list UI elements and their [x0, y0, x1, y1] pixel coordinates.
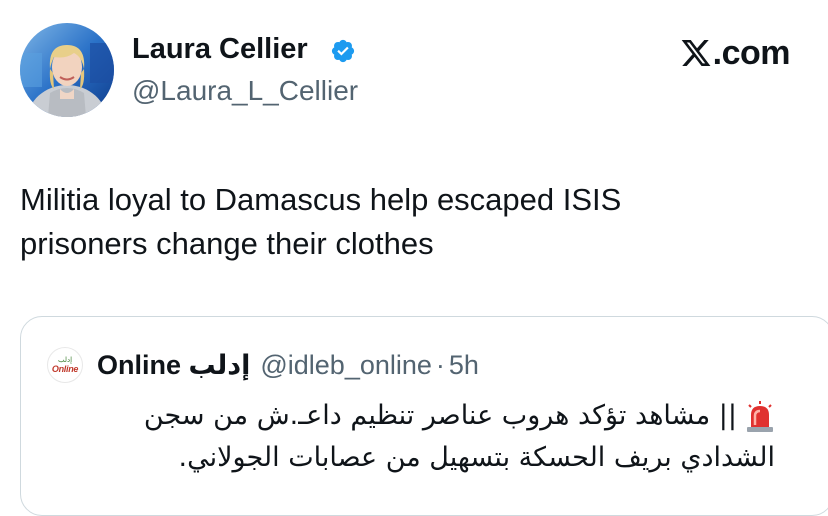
tweet-line-1: Militia loyal to Damascus help escaped I…	[20, 182, 622, 217]
quoted-avatar-text-top: إدلب	[57, 356, 73, 364]
brand-suffix: .com	[712, 33, 791, 72]
quoted-timestamp[interactable]: 5h	[449, 350, 479, 381]
author-handle[interactable]: @Laura_L_Cellier	[132, 75, 358, 107]
author-name[interactable]: Laura Cellier	[132, 33, 308, 66]
verified-badge-icon	[330, 38, 356, 64]
header-separator: ·	[435, 349, 445, 380]
siren-icon	[745, 400, 775, 433]
quoted-tweet-card[interactable]: إدلب Online Online إدلب @idleb_online · …	[20, 316, 828, 516]
quoted-author-handle[interactable]: @idleb_online	[260, 350, 432, 381]
quoted-line-1: || مشاهد تؤكد هروب عناصر تنظيم داعـ.ش من…	[75, 395, 775, 437]
x-com-brand[interactable]: .com	[680, 33, 791, 73]
quoted-text: || مشاهد تؤكد هروب عناصر تنظيم داعـ.ش من…	[75, 395, 775, 479]
quoted-author-name[interactable]: Online إدلب	[97, 350, 250, 381]
quoted-line-1-text: || مشاهد تؤكد هروب عناصر تنظيم داعـ.ش من…	[143, 400, 737, 431]
tweet-text: Militia loyal to Damascus help escaped I…	[20, 178, 810, 266]
quoted-avatar-text-bottom: Online	[51, 363, 79, 374]
quoted-header: Online إدلب @idleb_online · 5h	[97, 346, 479, 384]
tweet-line-2: prisoners change their clothes	[20, 226, 434, 261]
quoted-line-2: الشدادي بريف الحسكة بتسهيل من عصابات الج…	[178, 442, 775, 473]
author-avatar[interactable]	[20, 23, 114, 117]
quoted-avatar[interactable]: إدلب Online	[47, 347, 83, 383]
avatar-image	[20, 23, 114, 117]
x-logo-icon	[681, 40, 711, 66]
